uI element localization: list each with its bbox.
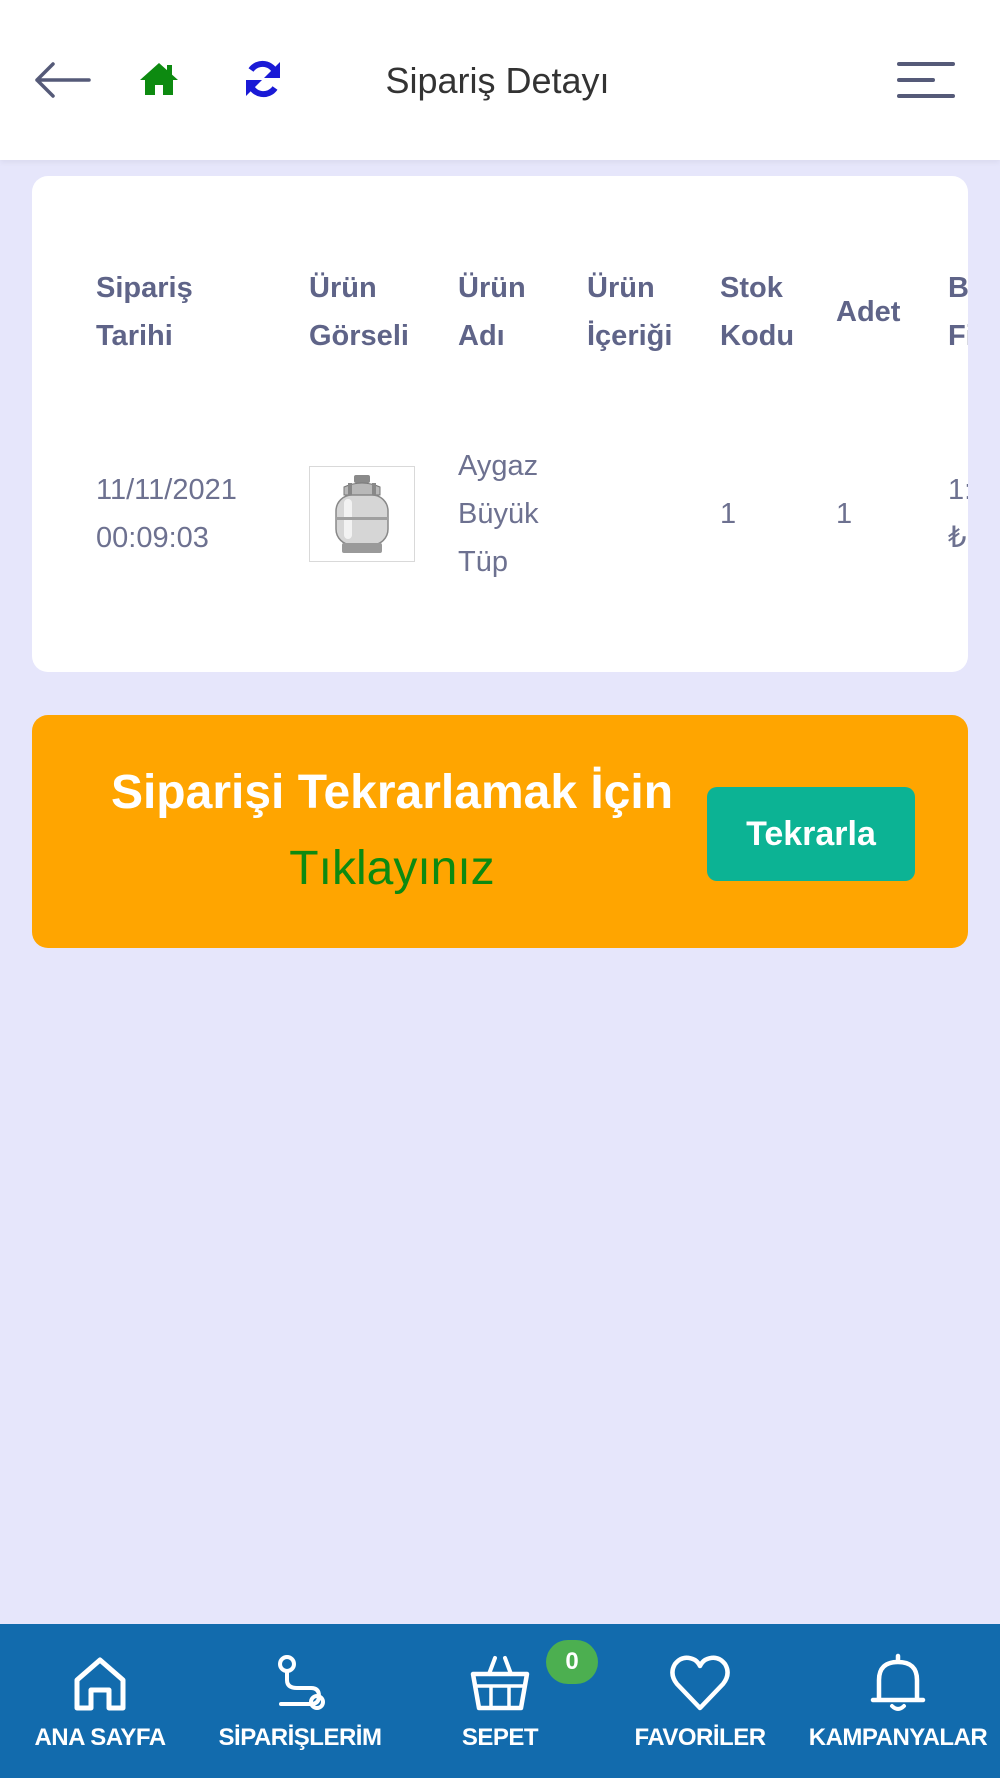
bottom-navigation: ANA SAYFA SİPARİŞLERİM SEPET FAVORİLER K… bbox=[0, 1624, 1000, 1778]
nav-label-cart: SEPET bbox=[461, 1724, 539, 1751]
column-header-product-content: Ürün İçeriği bbox=[587, 272, 673, 352]
refresh-icon[interactable] bbox=[240, 54, 286, 104]
nav-label-home: ANA SAYFA bbox=[34, 1724, 166, 1751]
home-icon[interactable] bbox=[136, 56, 182, 102]
nav-item-favorites[interactable]: FAVORİLER bbox=[620, 1624, 780, 1778]
nav-label-orders: SİPARİŞLERİM bbox=[218, 1724, 382, 1751]
column-header-stock-code: Stok Kodu bbox=[720, 272, 795, 352]
column-header-unit-price: BFi bbox=[948, 272, 968, 352]
product-thumbnail bbox=[309, 466, 415, 562]
nav-item-campaigns[interactable]: KAMPANYALAR bbox=[800, 1624, 996, 1778]
cell-order-date: 11/11/2021 00:09:03 bbox=[96, 474, 237, 554]
nav-label-favorites: FAVORİLER bbox=[634, 1724, 766, 1751]
cell-stock-code: 1 bbox=[720, 498, 737, 530]
route-icon bbox=[267, 1652, 333, 1714]
heart-icon bbox=[667, 1652, 733, 1714]
back-arrow-icon[interactable] bbox=[30, 52, 96, 108]
page-title: Sipariş Detayı bbox=[385, 60, 610, 101]
cart-count-badge: 0 bbox=[546, 1640, 598, 1684]
order-table-card: Sipariş Tarihi Ürün Görseli Ürün Adı Ürün İç… bbox=[32, 176, 968, 672]
home-outline-icon bbox=[67, 1652, 133, 1714]
column-header-product-image: Ürün Görseli bbox=[309, 272, 409, 352]
bell-icon bbox=[865, 1652, 931, 1714]
nav-item-orders[interactable]: SİPARİŞLERİM bbox=[200, 1624, 400, 1778]
gas-cylinder-image bbox=[335, 475, 389, 553]
cell-product-name: Aygaz Büyük Tüp bbox=[458, 450, 539, 578]
nav-item-home[interactable]: ANA SAYFA bbox=[10, 1624, 190, 1778]
basket-icon bbox=[467, 1652, 533, 1714]
nav-label-campaigns: KAMPANYALAR bbox=[808, 1724, 988, 1751]
column-header-quantity: Adet bbox=[836, 296, 901, 328]
order-detail-page: Sipariş Detayı Sipariş Tarihi Ürün Görseli… bbox=[0, 0, 1000, 1778]
top-header: Sipariş Detayı bbox=[0, 0, 1000, 160]
hamburger-menu-icon[interactable] bbox=[893, 56, 959, 104]
cell-quantity: 1 bbox=[836, 498, 853, 530]
repeat-order-button[interactable]: Tekrarla bbox=[707, 787, 915, 881]
column-header-product-name: Ürün Adı bbox=[458, 272, 526, 352]
cell-unit-price: 1:₺ bbox=[948, 474, 968, 554]
repeat-order-text: Siparişi Tekrarlamak İçin Tıklayınız bbox=[110, 766, 674, 895]
repeat-order-banner: Siparişi Tekrarlamak İçin Tıklayınız Tek… bbox=[32, 715, 968, 948]
column-header-order-date: Sipariş Tarihi bbox=[96, 272, 193, 352]
